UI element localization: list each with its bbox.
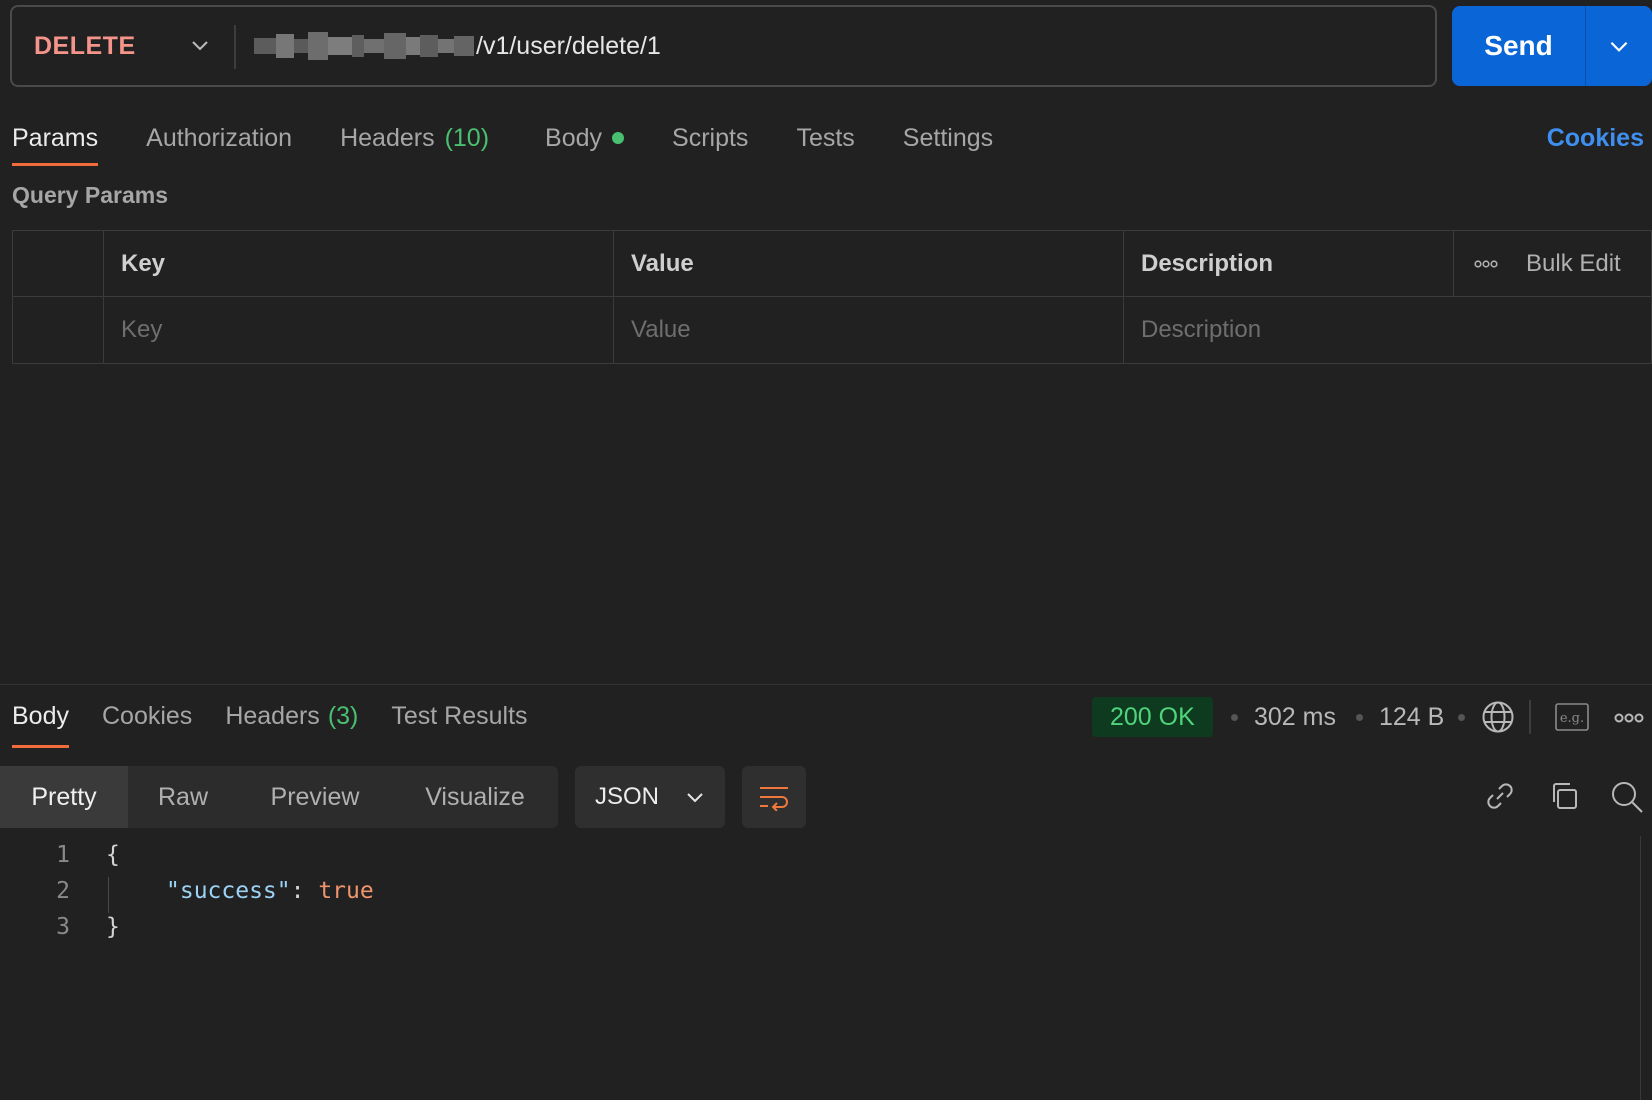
tab-params[interactable]: Params — [12, 110, 99, 166]
line-number: 2 — [56, 878, 70, 904]
view-preview-button[interactable]: Preview — [238, 766, 392, 828]
request-tabs: Params Authorization Headers (10) Body S… — [12, 110, 1041, 166]
separator-dot — [1356, 714, 1363, 721]
url-input[interactable]: /v1/user/delete/1 — [254, 7, 661, 85]
chevron-down-icon[interactable] — [188, 33, 212, 57]
table-actions: Bulk Edit — [1453, 231, 1652, 297]
example-icon[interactable]: e.g. — [1555, 703, 1589, 731]
wrap-lines-button[interactable] — [742, 766, 806, 828]
value-input[interactable]: Value — [613, 297, 1123, 363]
tab-headers[interactable]: Headers (10) — [340, 110, 489, 166]
toolbar-divider — [1529, 700, 1531, 734]
json-colon: : — [290, 878, 319, 904]
line-number: 1 — [56, 842, 70, 868]
table-row: Key Value Description — [13, 297, 1651, 363]
tab-authorization[interactable]: Authorization — [146, 110, 292, 166]
svg-text:e.g.: e.g. — [1560, 711, 1584, 726]
tab-settings[interactable]: Settings — [903, 110, 993, 166]
response-tab-body[interactable]: Body — [12, 688, 69, 748]
json-value: true — [318, 878, 374, 904]
scrollbar[interactable] — [1640, 836, 1641, 1100]
view-visualize-button[interactable]: Visualize — [392, 766, 558, 828]
json-key: "success" — [166, 878, 291, 904]
format-select[interactable]: JSON — [575, 766, 725, 828]
response-tab-cookies[interactable]: Cookies — [102, 688, 192, 744]
redacted-host — [254, 29, 474, 63]
response-tabs: Body Cookies Headers (3) Test Results — [12, 688, 561, 748]
send-button-group: Send — [1452, 6, 1652, 86]
table-header-row: Key Value Description Bulk Edit — [13, 231, 1651, 297]
view-raw-button[interactable]: Raw — [128, 766, 238, 828]
link-icon[interactable] — [1484, 780, 1516, 812]
column-key: Key — [103, 231, 613, 297]
column-description: Description — [1123, 231, 1453, 297]
response-tab-test-results[interactable]: Test Results — [391, 688, 527, 744]
headers-count: (10) — [444, 123, 490, 152]
chevron-down-icon — [1610, 41, 1628, 52]
bulk-edit-button[interactable]: Bulk Edit — [1526, 250, 1621, 278]
description-input[interactable]: Description — [1123, 297, 1652, 363]
send-options-button[interactable] — [1586, 6, 1652, 86]
indent-guide — [108, 877, 109, 913]
tab-tests[interactable]: Tests — [796, 110, 854, 166]
tab-scripts[interactable]: Scripts — [672, 110, 748, 166]
code-line: "success": true — [166, 878, 374, 904]
url-divider — [234, 25, 236, 69]
view-pretty-button[interactable]: Pretty — [0, 766, 128, 828]
chevron-down-icon — [687, 793, 703, 803]
response-tab-headers[interactable]: Headers (3) — [225, 688, 358, 744]
view-mode-group: Pretty Raw Preview Visualize — [0, 766, 558, 828]
copy-icon[interactable] — [1548, 780, 1580, 812]
tab-body[interactable]: Body — [545, 110, 625, 166]
search-icon[interactable] — [1610, 780, 1644, 814]
url-bar: DELETE /v1/user/delete/1 — [10, 5, 1437, 87]
method-select[interactable]: DELETE — [34, 7, 136, 85]
params-table: Key Value Description Bulk Edit Key Valu… — [12, 230, 1652, 364]
line-number: 3 — [56, 914, 70, 940]
separator-dot — [1231, 714, 1238, 721]
code-open-brace: { — [106, 842, 120, 868]
code-close-brace: } — [106, 914, 120, 940]
column-value: Value — [613, 231, 1123, 297]
cookies-link[interactable]: Cookies — [1547, 110, 1644, 166]
response-headers-count: (3) — [327, 701, 359, 730]
query-params-title: Query Params — [12, 182, 168, 208]
key-input[interactable]: Key — [103, 297, 613, 363]
response-size[interactable]: 124 B — [1379, 697, 1444, 737]
wrap-icon — [760, 787, 788, 811]
separator-dot — [1458, 714, 1465, 721]
more-icon[interactable] — [1474, 259, 1498, 269]
globe-icon[interactable] — [1481, 700, 1515, 734]
more-icon[interactable] — [1614, 712, 1644, 724]
body-indicator-dot — [612, 132, 625, 144]
send-button[interactable]: Send — [1452, 6, 1586, 86]
status-badge[interactable]: 200 OK — [1092, 697, 1213, 737]
url-path: /v1/user/delete/1 — [476, 31, 661, 60]
panel-divider[interactable] — [0, 684, 1652, 685]
response-time[interactable]: 302 ms — [1254, 697, 1336, 737]
